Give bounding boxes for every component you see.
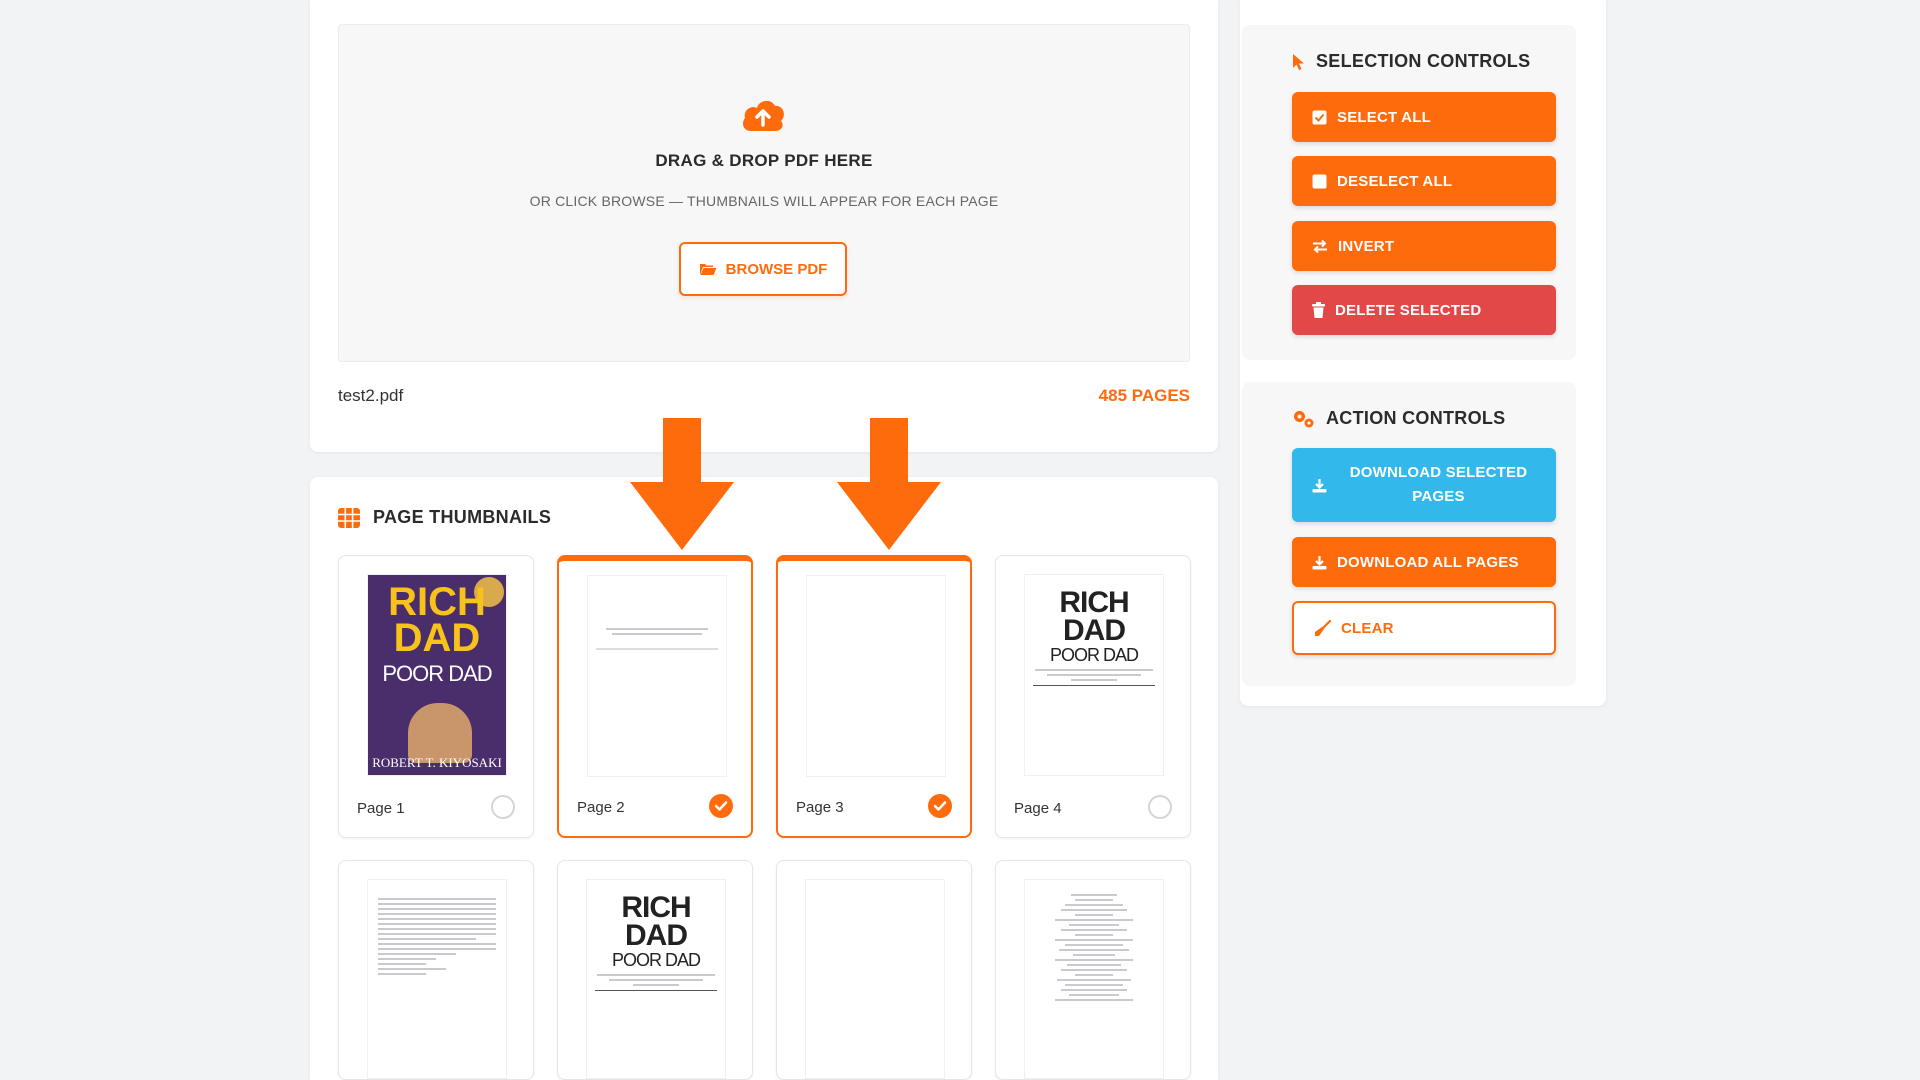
page-checkbox[interactable]	[1148, 795, 1172, 819]
title-page-line1: RICH	[621, 891, 691, 924]
action-controls-panel: ACTION CONTROLS DOWNLOAD SELECTED PAGES …	[1242, 382, 1576, 686]
page-preview	[1024, 879, 1164, 1079]
page-thumbnail[interactable]	[995, 860, 1191, 1080]
download-selected-label-line1: DOWNLOAD SELECTED	[1349, 464, 1528, 481]
dropzone-subtitle: OR CLICK BROWSE — THUMBNAILS WILL APPEAR…	[529, 193, 999, 209]
page-text-lines	[1025, 669, 1163, 681]
deselect-all-label: DESELECT ALL	[1337, 172, 1453, 190]
select-all-button[interactable]: SELECT ALL	[1292, 92, 1556, 142]
page-text-lines	[588, 628, 726, 640]
pointer-icon	[1293, 53, 1304, 70]
download-icon	[1312, 478, 1327, 492]
page-preview	[367, 879, 507, 1079]
page-count: 485 PAGES	[1098, 386, 1190, 405]
title-page-line2: DAD	[1063, 614, 1126, 647]
checkbox-checked-icon	[1312, 110, 1327, 124]
thumbnails-card: PAGE THUMBNAILS RICH DAD POOR DAD ROBERT…	[310, 477, 1218, 1080]
page-thumbnail[interactable]: RICH DAD POOR DAD Page 4	[995, 555, 1191, 838]
page-preview	[806, 575, 946, 777]
page-thumbnail[interactable]: Page 3	[776, 555, 972, 838]
page-label: Page 1	[357, 800, 405, 817]
title-page-line3: POOR DAD	[1049, 645, 1139, 665]
cloud-upload-icon	[743, 100, 784, 131]
page-thumbnail[interactable]: RICH DAD POOR DAD	[557, 860, 753, 1080]
page-preview: RICH DAD POOR DAD	[586, 879, 726, 1079]
page-label: Page 4	[1014, 800, 1062, 817]
action-controls-header: ACTION CONTROLS	[1292, 408, 1506, 429]
page-rule	[1033, 685, 1155, 686]
invert-label: INVERT	[1338, 237, 1395, 255]
cover-author: ROBERT T. KIYOSAKI	[372, 755, 502, 770]
page-text-lines	[587, 974, 725, 986]
page-thumbnail[interactable]	[776, 860, 972, 1080]
select-all-label: SELECT ALL	[1337, 108, 1431, 126]
page-checkbox[interactable]	[928, 794, 952, 818]
page-preview: RICH DAD POOR DAD ROBERT T. KIYOSAKI	[367, 574, 507, 776]
upload-card: DRAG & DROP PDF HERE OR CLICK BROWSE — T…	[310, 0, 1218, 452]
page-thumbnail[interactable]: Page 2	[557, 555, 753, 838]
delete-selected-label: DELETE SELECTED	[1335, 301, 1482, 319]
download-selected-label-line2: PAGES	[1412, 488, 1465, 505]
title-page-line1: RICH	[1059, 586, 1129, 619]
folder-open-icon	[699, 264, 717, 275]
annotation-arrow-down-icon	[837, 418, 941, 550]
thumbnails-header: PAGE THUMBNAILS	[338, 507, 551, 528]
annotation-arrow-down-icon	[630, 418, 734, 550]
checkbox-empty-icon	[1312, 174, 1327, 188]
page-thumbnail[interactable]	[338, 860, 534, 1080]
swap-arrows-icon	[1313, 239, 1327, 253]
cover-portrait	[408, 703, 472, 763]
download-icon	[1312, 555, 1327, 569]
selection-controls-header: SELECTION CONTROLS	[1292, 51, 1530, 72]
selection-controls-title: SELECTION CONTROLS	[1316, 51, 1531, 71]
check-icon	[714, 801, 728, 811]
clear-label: CLEAR	[1341, 619, 1394, 637]
download-selected-label: DOWNLOAD SELECTED PAGES	[1337, 461, 1556, 509]
page-text-lines	[1025, 894, 1163, 1001]
page-text-lines	[368, 898, 506, 975]
page-thumbnail[interactable]: RICH DAD POOR DAD ROBERT T. KIYOSAKI Pag…	[338, 555, 534, 838]
browse-pdf-button[interactable]: BROWSE PDF	[679, 242, 847, 296]
book-cover-image: RICH DAD POOR DAD ROBERT T. KIYOSAKI	[368, 575, 506, 775]
broom-icon	[1315, 619, 1331, 636]
page-rule	[596, 648, 718, 650]
page-preview	[587, 575, 727, 777]
page-checkbox[interactable]	[709, 794, 733, 818]
grid-icon	[338, 507, 360, 528]
title-page-line2: DAD	[625, 919, 688, 952]
browse-pdf-label: BROWSE PDF	[725, 260, 828, 278]
selection-controls-panel: SELECTION CONTROLS SELECT ALL DESELECT A…	[1242, 25, 1576, 360]
sidebar: SELECTION CONTROLS SELECT ALL DESELECT A…	[1240, 0, 1606, 706]
page-preview: RICH DAD POOR DAD	[1024, 574, 1164, 776]
dropzone-title: DRAG & DROP PDF HERE	[655, 151, 873, 170]
deselect-all-button[interactable]: DESELECT ALL	[1292, 156, 1556, 206]
action-controls-title: ACTION CONTROLS	[1326, 408, 1506, 428]
thumbnails-title: PAGE THUMBNAILS	[373, 507, 552, 527]
cover-title-line3: POOR DAD	[382, 661, 492, 686]
title-page-line3: POOR DAD	[611, 950, 701, 970]
page-label: Page 2	[577, 799, 625, 816]
page-checkbox[interactable]	[491, 795, 515, 819]
check-icon	[933, 801, 947, 811]
download-all-button[interactable]: DOWNLOAD ALL PAGES	[1292, 537, 1556, 587]
cover-title-line2: DAD	[393, 616, 481, 660]
trash-icon	[1312, 302, 1325, 318]
download-all-label: DOWNLOAD ALL PAGES	[1337, 553, 1519, 571]
delete-selected-button[interactable]: DELETE SELECTED	[1292, 285, 1556, 335]
main-column: DRAG & DROP PDF HERE OR CLICK BROWSE — T…	[310, 0, 1218, 1080]
page-label: Page 3	[796, 799, 844, 816]
invert-button[interactable]: INVERT	[1292, 221, 1556, 271]
download-selected-button[interactable]: DOWNLOAD SELECTED PAGES	[1292, 448, 1556, 522]
cogs-icon	[1294, 410, 1314, 427]
page-rule	[595, 990, 717, 991]
file-name: test2.pdf	[338, 386, 404, 405]
pdf-dropzone[interactable]: DRAG & DROP PDF HERE OR CLICK BROWSE — T…	[338, 24, 1190, 362]
clear-button[interactable]: CLEAR	[1292, 601, 1556, 655]
page-preview	[805, 879, 945, 1079]
